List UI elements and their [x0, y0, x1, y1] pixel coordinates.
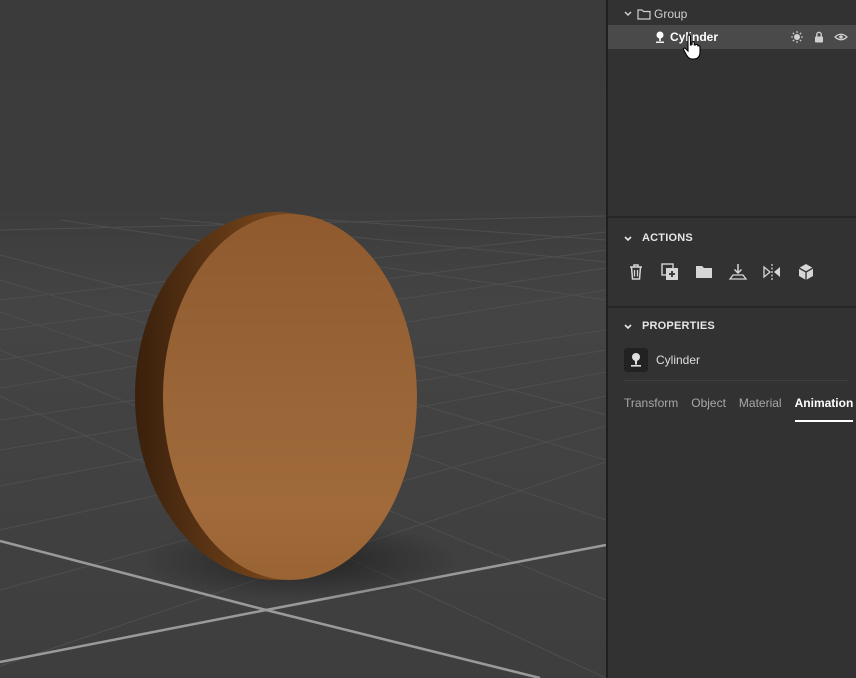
light-icon[interactable]	[790, 30, 804, 44]
actions-header[interactable]: ACTIONS	[608, 228, 856, 250]
chevron-down-icon[interactable]	[622, 233, 634, 245]
properties-header[interactable]: PROPERTIES	[608, 316, 856, 338]
import-to-ground-icon[interactable]	[728, 262, 748, 282]
tab-object[interactable]: Object	[691, 396, 726, 422]
chevron-down-icon[interactable]	[622, 321, 634, 333]
tab-transform[interactable]: Transform	[624, 396, 678, 422]
actions-title: ACTIONS	[642, 232, 693, 244]
properties-tabs: Transform Object Material Animation	[624, 396, 856, 422]
tab-animation[interactable]: Animation	[794, 396, 854, 422]
cylinder-object-icon	[624, 348, 648, 372]
eye-icon[interactable]	[834, 30, 848, 44]
layers-panel: Group Cylinder	[608, 0, 856, 216]
folder-icon	[637, 9, 651, 20]
mirror-icon[interactable]	[762, 262, 782, 282]
chevron-down-icon[interactable]	[622, 8, 634, 20]
tab-material[interactable]: Material	[739, 396, 782, 422]
selected-object-name: Cylinder	[656, 353, 701, 367]
actions-toolbar	[626, 262, 816, 282]
right-panel: Group Cylinder ACTIONS PROPERTIES Cylind…	[608, 0, 856, 678]
selected-object: Cylinder	[624, 348, 848, 376]
viewport-scene	[0, 212, 606, 678]
layer-group-row[interactable]: Group	[608, 2, 856, 26]
section-separator	[608, 306, 856, 308]
duplicate-icon[interactable]	[660, 262, 680, 282]
properties-divider	[624, 380, 848, 381]
layer-group-label: Group	[654, 7, 688, 21]
lock-icon[interactable]	[812, 30, 826, 44]
folder-icon[interactable]	[694, 262, 714, 282]
trash-icon[interactable]	[626, 262, 646, 282]
cube-icon[interactable]	[796, 262, 816, 282]
3d-viewport[interactable]	[0, 0, 606, 678]
cylinder-object	[135, 212, 417, 580]
section-separator	[608, 216, 856, 218]
properties-title: PROPERTIES	[642, 320, 715, 332]
hand-pointer-icon	[682, 34, 701, 60]
cylinder-object-icon	[656, 31, 664, 43]
layer-cylinder-row[interactable]: Cylinder	[608, 25, 856, 49]
